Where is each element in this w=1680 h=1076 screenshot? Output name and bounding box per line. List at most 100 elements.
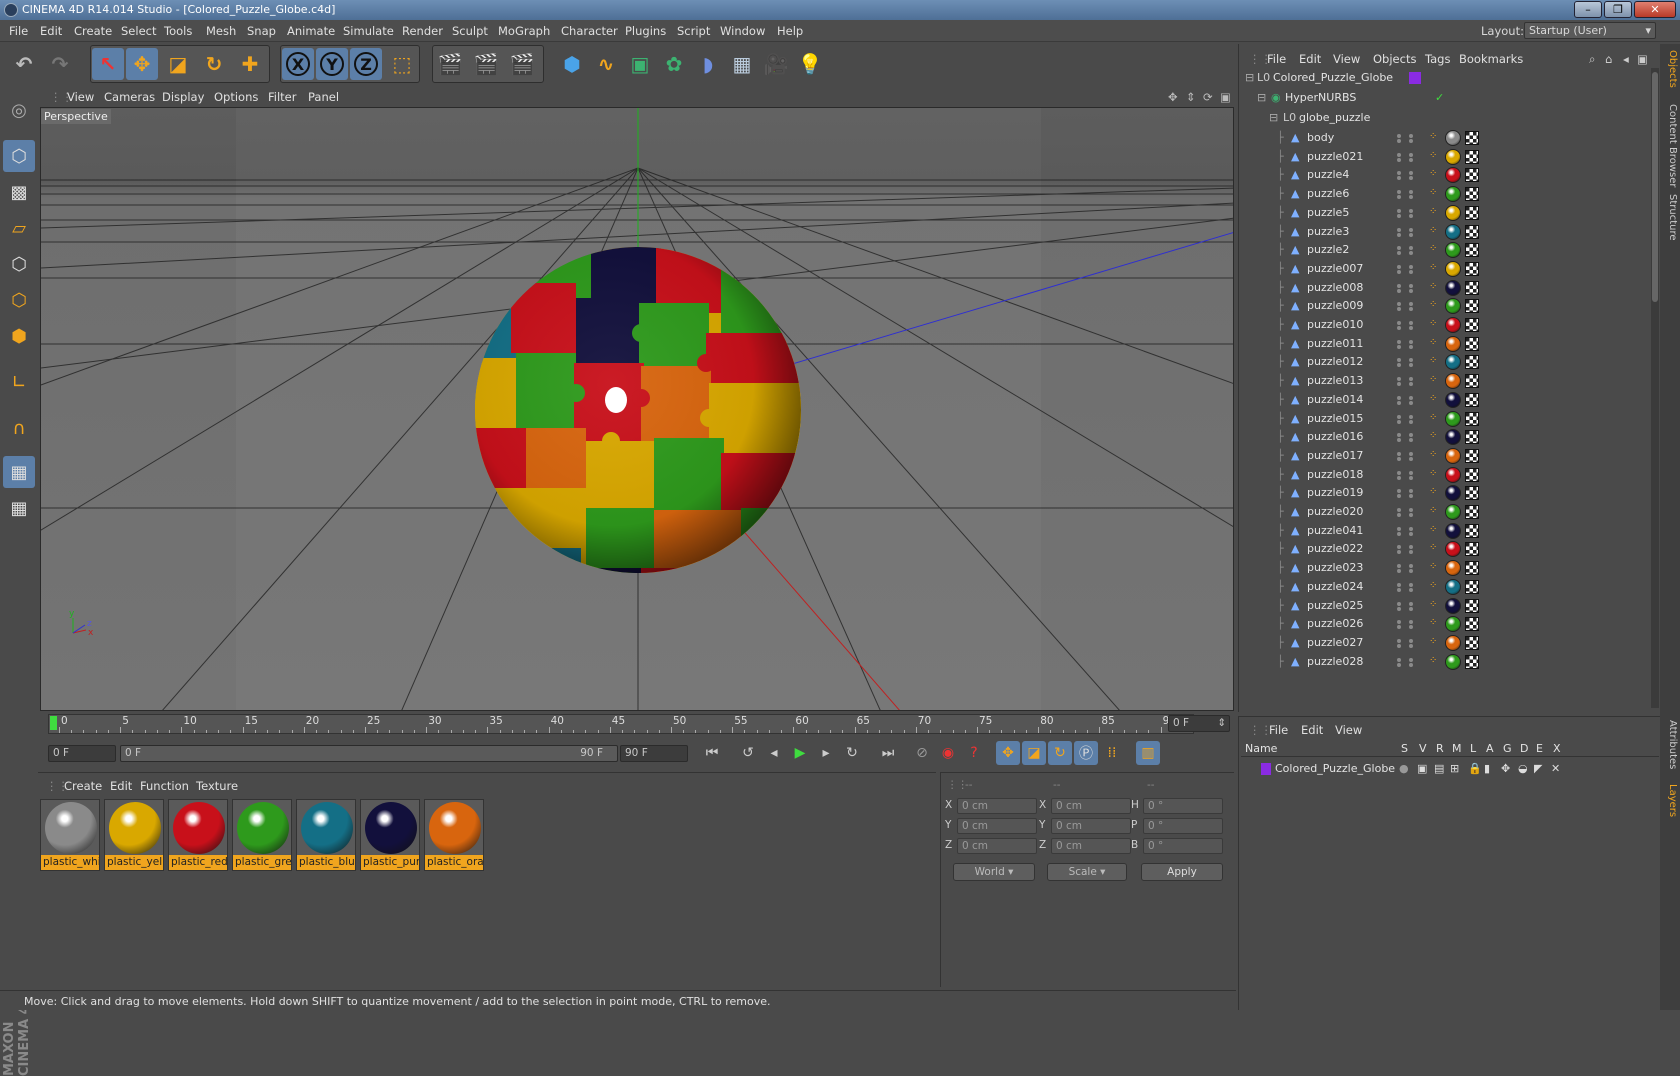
visibility-dots[interactable] <box>1397 246 1405 256</box>
object-row[interactable]: ├ ▲ puzzle3 ⁘ <box>1239 222 1659 242</box>
visibility-dots[interactable] <box>1397 433 1405 443</box>
visibility-dots[interactable] <box>1409 134 1417 143</box>
uvw-tag-icon[interactable] <box>1465 617 1479 632</box>
menu-window[interactable]: Window <box>720 24 765 38</box>
uvw-tag-icon[interactable] <box>1465 149 1479 164</box>
phong-tag-icon[interactable]: ⁘ <box>1429 150 1437 161</box>
material-tag-icon[interactable] <box>1445 616 1461 633</box>
visibility-dots[interactable] <box>1397 526 1405 536</box>
material-swatch[interactable]: plastic_red <box>168 799 228 871</box>
timeline-window-button[interactable]: ▥ <box>1136 741 1160 765</box>
timeline-ruler[interactable]: 051015202530354045505560657075808590 0 F… <box>38 712 1234 736</box>
material-tag-icon[interactable] <box>1445 653 1461 670</box>
material-tag-icon[interactable] <box>1445 335 1461 352</box>
object-row[interactable]: ├ ▲ puzzle009 ⁘ <box>1239 296 1659 316</box>
uvw-tag-icon[interactable] <box>1465 561 1479 576</box>
object-row[interactable]: ├ ▲ puzzle026 ⁘ <box>1239 614 1659 634</box>
texture-mode-button[interactable]: ▩ <box>3 176 35 208</box>
object-row[interactable]: ├ ▲ puzzle022 ⁘ <box>1239 539 1659 559</box>
material-tag-icon[interactable] <box>1445 298 1461 315</box>
material-swatch[interactable]: plastic_gre <box>232 799 292 871</box>
previous-key-button[interactable]: ↺ <box>736 741 760 765</box>
uvw-tag-icon[interactable] <box>1465 168 1479 183</box>
visibility-dots[interactable] <box>1409 451 1417 461</box>
manager-toggle-icon[interactable]: ⊞ <box>1450 762 1459 775</box>
phong-tag-icon[interactable]: ⁘ <box>1429 655 1437 666</box>
uvw-tag-icon[interactable] <box>1465 505 1479 519</box>
phong-tag-icon[interactable]: ⁘ <box>1429 243 1437 254</box>
record-parameter-button[interactable]: Ⓟ <box>1074 741 1098 765</box>
visibility-dots[interactable] <box>1397 208 1405 218</box>
phong-tag-icon[interactable]: ⁘ <box>1429 412 1437 423</box>
phong-tag-icon[interactable]: ⁘ <box>1429 168 1437 179</box>
visibility-dots[interactable] <box>1397 321 1405 330</box>
light-button[interactable]: 💡 <box>794 48 826 80</box>
keyframe-selection-button[interactable]: ? <box>962 741 986 765</box>
visibility-dots[interactable] <box>1397 283 1405 293</box>
coord-value-field[interactable]: 0 cm <box>957 798 1037 814</box>
perspective-viewport[interactable]: y x z <box>40 107 1234 711</box>
tab-structure[interactable]: Structure <box>1662 194 1678 241</box>
render-toggle-icon[interactable]: ▤ <box>1434 762 1444 775</box>
phong-tag-icon[interactable]: ⁘ <box>1429 486 1437 497</box>
array-button[interactable]: ✿ <box>658 48 690 80</box>
vp-menu-filter[interactable]: Filter <box>268 90 296 104</box>
visibility-dots[interactable] <box>1409 657 1417 667</box>
next-frame-button[interactable]: ▸ <box>814 741 838 765</box>
lock-toggle-icon[interactable]: 🔒 <box>1468 762 1482 775</box>
phong-tag-icon[interactable]: ⁘ <box>1429 505 1437 516</box>
animation-toggle-icon[interactable]: ▮ <box>1484 762 1490 775</box>
uvw-tag-icon[interactable] <box>1465 131 1479 145</box>
visibility-dots[interactable] <box>1397 545 1405 555</box>
menu-mesh[interactable]: Mesh <box>206 24 236 38</box>
material-tag-icon[interactable] <box>1445 578 1461 595</box>
visibility-dots[interactable] <box>1397 227 1405 237</box>
coord-value-field[interactable]: 0 ° <box>1143 818 1223 834</box>
layout-select[interactable]: Startup (User) ▾ <box>1524 22 1656 39</box>
om-menu-edit[interactable]: Edit <box>1299 52 1321 66</box>
vp-menu-display[interactable]: Display <box>162 90 204 104</box>
material-tag-icon[interactable] <box>1445 597 1461 614</box>
object-row[interactable]: ├ ▲ puzzle023 ⁘ <box>1239 558 1659 578</box>
record-pla-button[interactable]: ⁞⁞ <box>1100 741 1124 765</box>
uvw-tag-icon[interactable] <box>1465 523 1479 538</box>
material-swatch[interactable]: plastic_pur <box>360 799 420 871</box>
phong-tag-icon[interactable]: ⁘ <box>1429 262 1437 273</box>
visibility-dots[interactable] <box>1409 283 1417 293</box>
material-tag-icon[interactable] <box>1445 242 1461 259</box>
material-tag-icon[interactable] <box>1445 522 1461 539</box>
mat-menu-create[interactable]: Create <box>64 779 102 793</box>
visibility-dots[interactable] <box>1409 264 1417 274</box>
coord-system-select[interactable]: World ▾ <box>953 863 1035 881</box>
visibility-dots[interactable] <box>1397 414 1405 424</box>
end-frame-field[interactable]: 90 F <box>620 745 688 762</box>
coord-value-field[interactable]: 0 cm <box>1051 838 1131 854</box>
menu-plugins[interactable]: Plugins <box>625 24 666 38</box>
material-swatch[interactable]: plastic_ora <box>424 799 484 871</box>
current-frame-field[interactable]: 0 F ⇕ <box>1168 715 1230 732</box>
tree-collapse-icon[interactable]: ⊟ <box>1257 91 1266 104</box>
visibility-dots[interactable] <box>1409 302 1417 312</box>
points-mode-button[interactable]: ⬡ <box>3 248 35 280</box>
toggle-view-icon[interactable]: ▣ <box>1220 90 1231 104</box>
vp-menu-view[interactable]: View <box>67 90 94 104</box>
coord-value-field[interactable]: 0 ° <box>1143 838 1223 854</box>
phong-tag-icon[interactable]: ⁘ <box>1429 337 1437 348</box>
material-tag-icon[interactable] <box>1445 391 1461 408</box>
record-keys-button[interactable]: ⊘ <box>910 741 934 765</box>
phong-tag-icon[interactable]: ⁘ <box>1429 636 1437 647</box>
visibility-dots[interactable] <box>1397 451 1405 461</box>
object-row[interactable]: ├ ▲ puzzle5 ⁘ <box>1239 203 1659 223</box>
visibility-dots[interactable] <box>1409 227 1417 237</box>
object-row[interactable]: ├ ▲ puzzle020 ⁘ <box>1239 502 1659 522</box>
visibility-dots[interactable] <box>1409 526 1417 536</box>
visibility-dots[interactable] <box>1397 302 1405 312</box>
layer-menu-file[interactable]: File <box>1269 723 1288 737</box>
uvw-tag-icon[interactable] <box>1465 280 1479 295</box>
object-row[interactable]: ├ ▲ puzzle027 ⁘ <box>1239 633 1659 653</box>
dolly-view-icon[interactable]: ⇕ <box>1186 90 1196 104</box>
object-row[interactable]: ├ ▲ puzzle024 ⁘ <box>1239 577 1659 597</box>
phong-tag-icon[interactable]: ⁘ <box>1429 355 1437 366</box>
object-row[interactable]: ├ ▲ puzzle007 ⁘ <box>1239 259 1659 279</box>
visibility-dots[interactable] <box>1409 377 1417 387</box>
